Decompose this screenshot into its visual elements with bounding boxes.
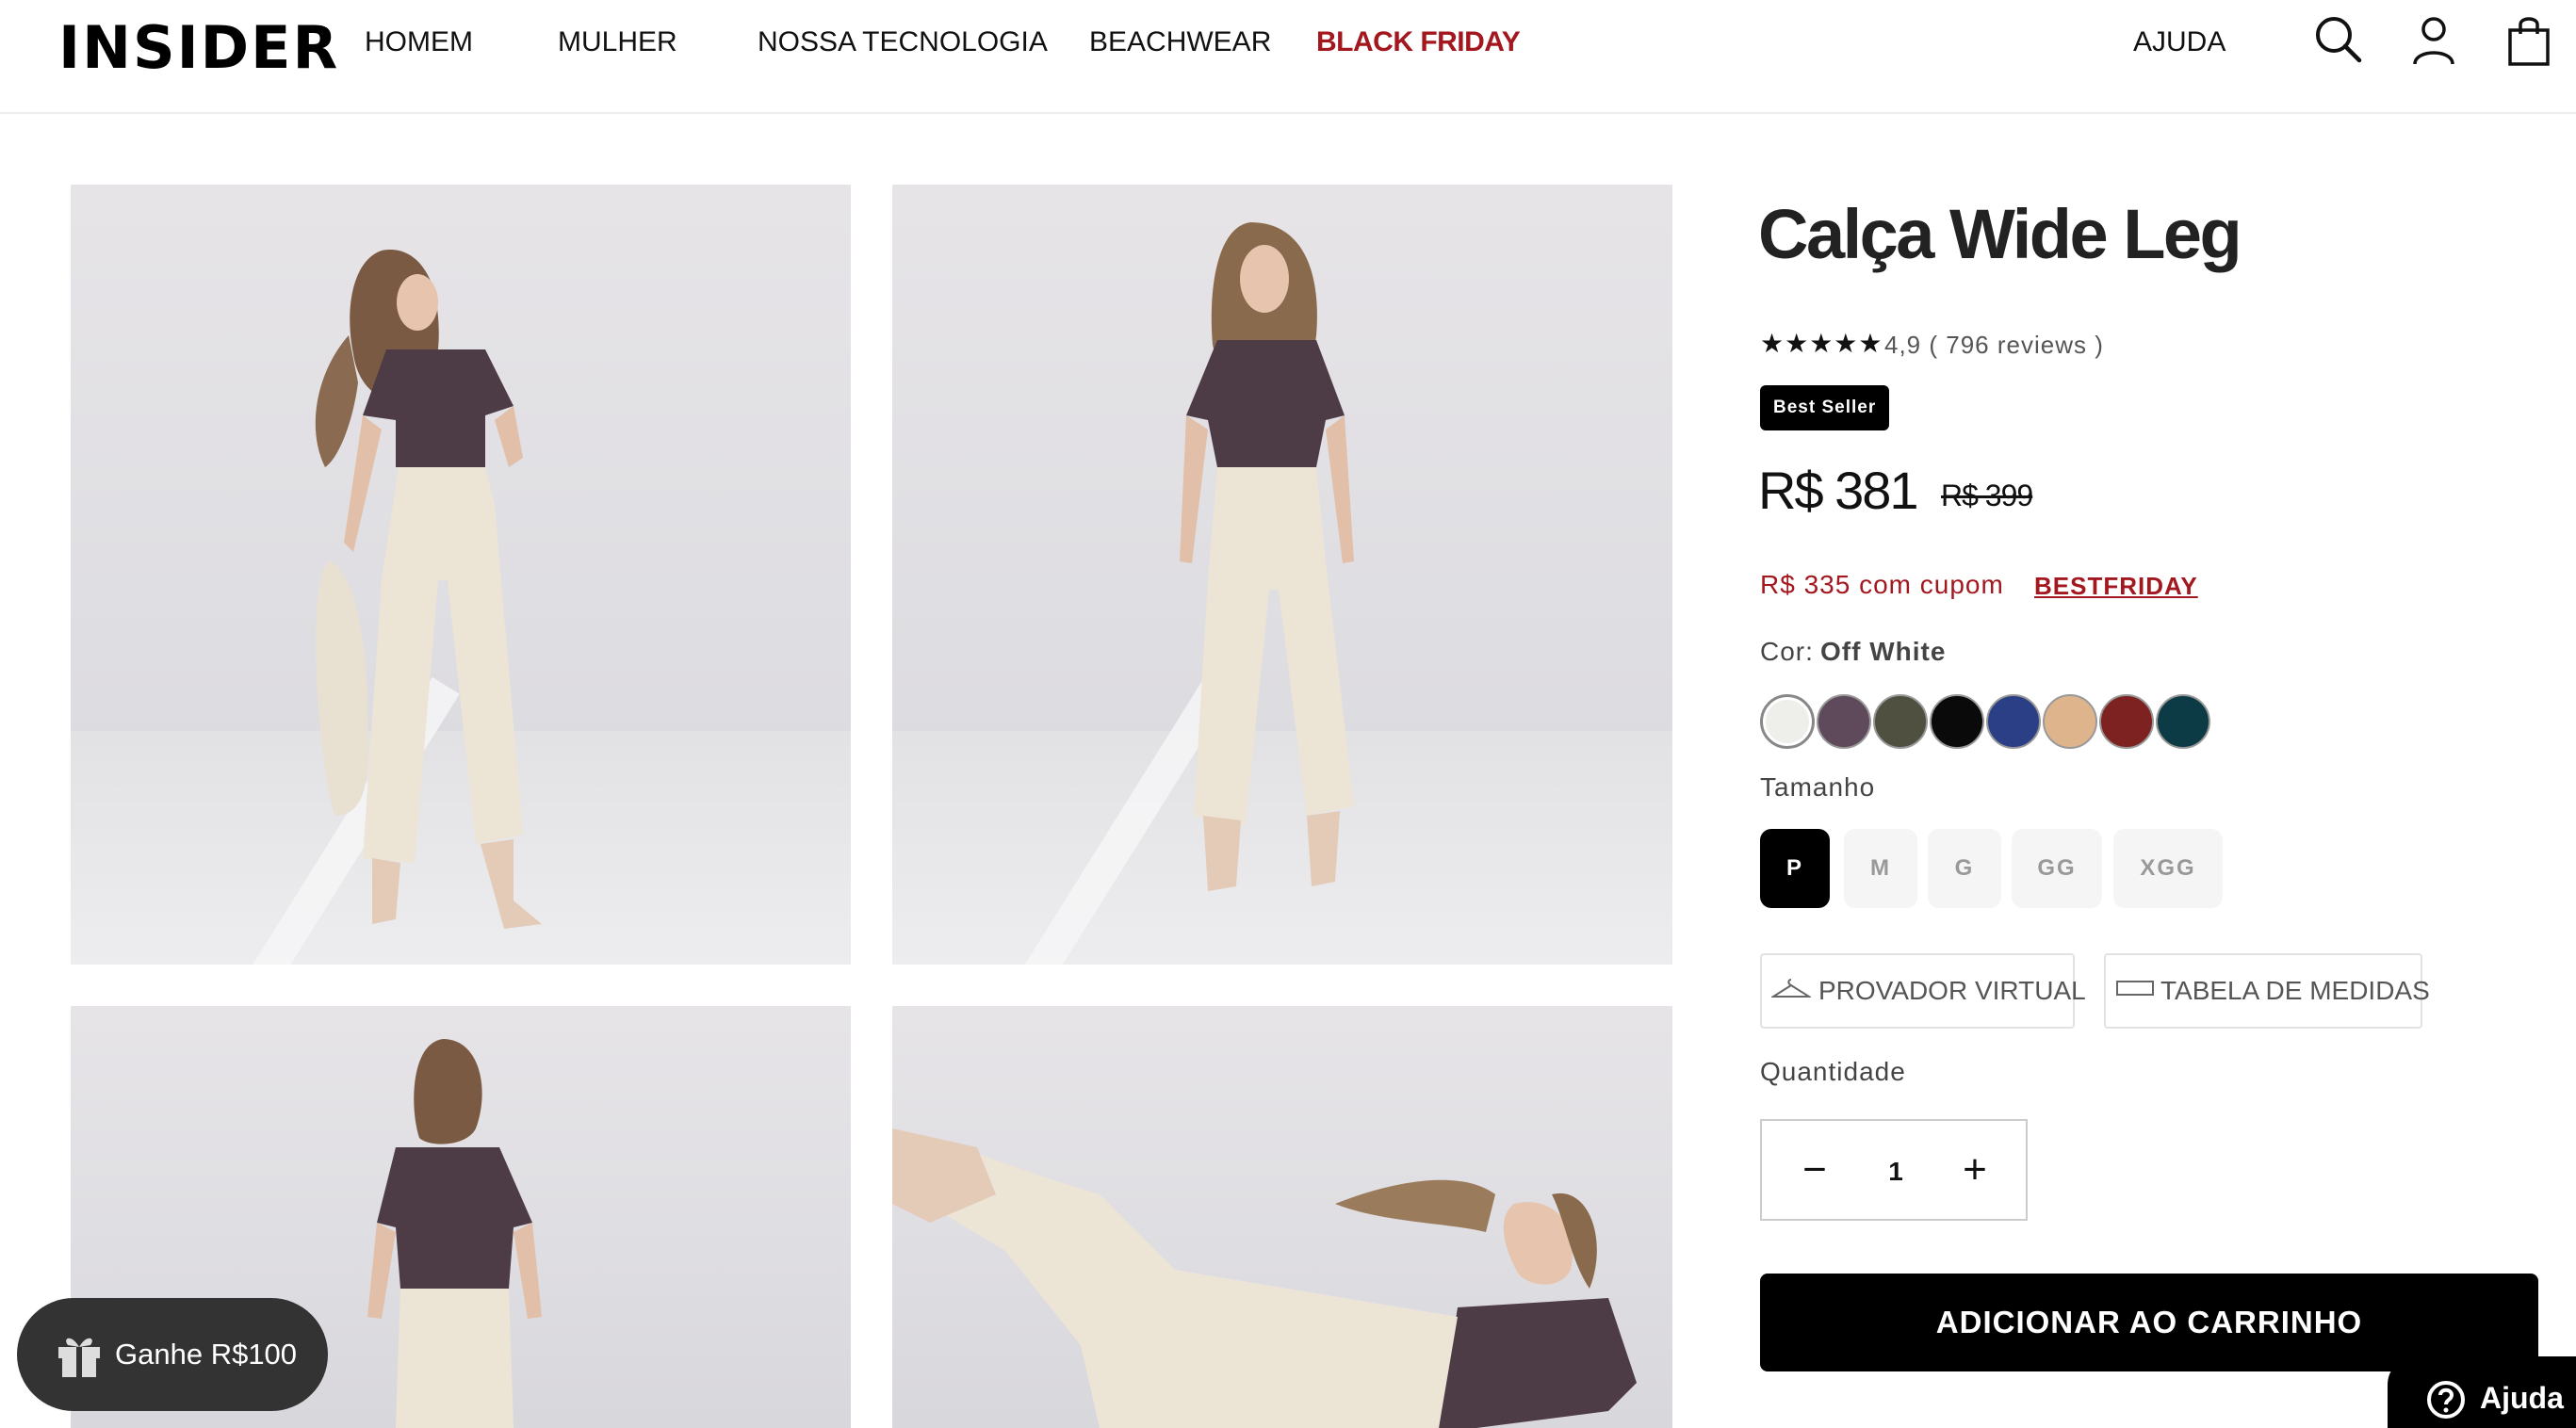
- search-icon[interactable]: [2312, 13, 2365, 66]
- nav-black-friday[interactable]: BLACK FRIDAY: [1316, 26, 1521, 58]
- size-chart-label: TABELA DE MEDIDAS: [2160, 976, 2430, 1005]
- color-label: Cor:: [1760, 637, 1814, 666]
- hanger-icon: [1771, 979, 1811, 998]
- current-price: R$ 381: [1758, 461, 1919, 520]
- coupon-code-link[interactable]: BESTFRIDAY: [2034, 572, 2198, 601]
- nav-mulher[interactable]: MULHER: [558, 26, 677, 58]
- logo[interactable]: INSIDER: [58, 13, 339, 82]
- quantity-label: Quantidade: [1760, 1057, 1906, 1086]
- swatch-navy[interactable]: [1986, 694, 2041, 749]
- swatch-wine[interactable]: [2099, 694, 2154, 749]
- site-header: INSIDER HOMEM MULHER NOSSA TECNOLOGIA BE…: [0, 0, 2576, 114]
- virtual-fitting-button[interactable]: PROVADOR VIRTUAL: [1760, 953, 2086, 1029]
- best-seller-badge: Best Seller: [1760, 385, 1890, 430]
- user-icon[interactable]: [2407, 13, 2460, 66]
- rating-summary[interactable]: 4,9 ( 796 reviews ): [1884, 331, 2104, 360]
- swatch-off-white[interactable]: [1760, 694, 1815, 749]
- gift-icon: [58, 1338, 100, 1377]
- question-icon: [2427, 1381, 2465, 1419]
- swatch-olive[interactable]: [1873, 694, 1928, 749]
- size-m[interactable]: M: [1844, 829, 1917, 908]
- model-figure-2: [1180, 222, 1354, 891]
- size-p[interactable]: P: [1760, 829, 1830, 908]
- virtual-fitting-label: PROVADOR VIRTUAL: [1818, 976, 2086, 1005]
- quantity-decrease-button[interactable]: −: [1786, 1144, 1843, 1200]
- ruler-icon: [2116, 981, 2154, 996]
- bag-icon[interactable]: [2503, 13, 2555, 66]
- model-figure-1: [315, 250, 542, 929]
- gift-promo-button[interactable]: Ganhe R$100: [17, 1298, 328, 1411]
- product-image-4[interactable]: [892, 1006, 1672, 1428]
- size-g[interactable]: G: [1928, 829, 2001, 908]
- size-gg[interactable]: GG: [2012, 829, 2102, 908]
- swatch-sand[interactable]: [2043, 694, 2097, 749]
- product-title: Calça Wide Leg: [1758, 195, 2242, 273]
- quantity-input[interactable]: 1: [1866, 1145, 1926, 1198]
- help-widget-button[interactable]: Ajuda: [2388, 1356, 2576, 1428]
- size-label: Tamanho: [1760, 772, 1876, 802]
- size-chart-button[interactable]: TABELA DE MEDIDAS: [2104, 953, 2430, 1029]
- nav-beachwear[interactable]: BEACHWEAR: [1089, 26, 1271, 58]
- coupon-price: R$ 335 com cupom: [1760, 570, 2004, 599]
- swatch-black[interactable]: [1930, 694, 1984, 749]
- nav-nossa-tecnologia[interactable]: NOSSA TECNOLOGIA: [758, 26, 1048, 58]
- size-xgg[interactable]: XGG: [2113, 829, 2223, 908]
- quantity-stepper: − 1 +: [1760, 1119, 2028, 1221]
- help-widget-label: Ajuda: [2480, 1381, 2564, 1415]
- gift-promo-label: Ganhe R$100: [115, 1338, 298, 1371]
- nav-homem[interactable]: HOMEM: [365, 26, 473, 58]
- product-image-1[interactable]: [71, 185, 851, 965]
- quantity-increase-button[interactable]: +: [1947, 1144, 2003, 1200]
- color-value: Off White: [1820, 637, 1947, 666]
- swatch-plum[interactable]: [1817, 694, 1871, 749]
- product-image-2[interactable]: [892, 185, 1672, 965]
- help-link[interactable]: AJUDA: [2133, 26, 2225, 58]
- rating-stars[interactable]: ★★★★★: [1760, 328, 1883, 359]
- original-price: R$ 399: [1941, 479, 2033, 512]
- model-figure-4: [892, 1128, 1637, 1428]
- swatch-petrol[interactable]: [2156, 694, 2210, 749]
